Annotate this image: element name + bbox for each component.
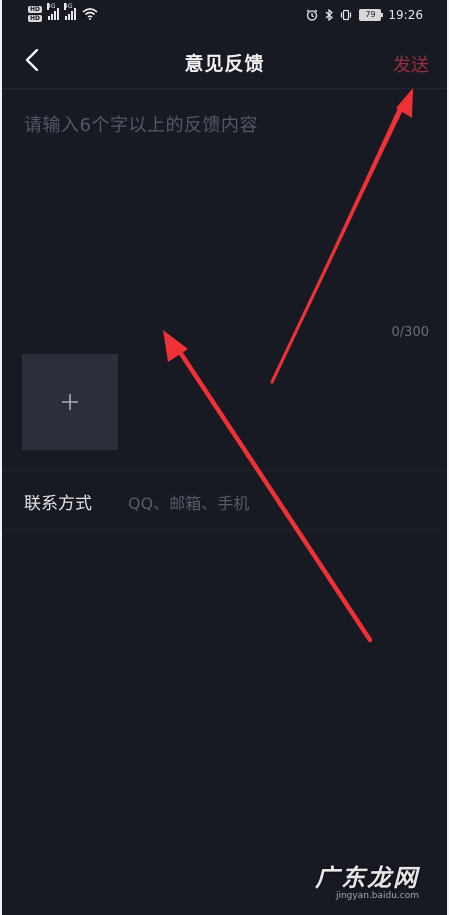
network-type-label: 4G	[47, 3, 56, 10]
status-time: 19:26	[388, 8, 423, 22]
page-title: 意见反馈	[184, 53, 265, 75]
contact-row: 联系方式 QQ、邮箱、手机	[2, 470, 447, 530]
status-bar: HD HD 4G 4G 79 19:26	[2, 0, 447, 32]
wifi-icon	[82, 8, 98, 20]
add-image-button[interactable]	[22, 354, 118, 450]
bluetooth-icon	[326, 9, 334, 21]
phone-screen: HD HD 4G 4G 79 19:26 意见反馈 发送 请输入6个字以上的反馈…	[0, 0, 449, 915]
contact-label: 联系方式	[24, 494, 92, 514]
battery-icon: 79	[359, 9, 384, 21]
watermark: 广东龙网 jingyan.baidu.com	[315, 858, 419, 901]
nav-bar: 意见反馈 发送	[2, 32, 447, 89]
cellular-signal-icon: 4G	[47, 3, 60, 20]
hd-badge: HD	[28, 15, 43, 22]
alarm-icon	[307, 9, 318, 21]
status-bar-left: HD HD 4G 4G	[28, 3, 98, 22]
feedback-placeholder: 请输入6个字以上的反馈内容	[24, 115, 258, 136]
watermark-logo: 广东龙网	[315, 863, 419, 892]
char-counter: 0/300	[391, 325, 429, 340]
contact-input[interactable]: QQ、邮箱、手机	[128, 490, 249, 514]
vibrate-icon	[341, 9, 352, 21]
feedback-textarea[interactable]: 请输入6个字以上的反馈内容 0/300	[2, 89, 447, 469]
status-bar-right: 79 19:26	[306, 8, 423, 22]
plus-icon	[62, 394, 78, 410]
network-type-label: 4G	[64, 3, 73, 10]
cellular-signal-icon: 4G	[64, 3, 77, 20]
hd-badge: HD	[28, 6, 43, 13]
send-button[interactable]: 发送	[393, 51, 429, 77]
hd-badges: HD HD	[28, 6, 43, 22]
